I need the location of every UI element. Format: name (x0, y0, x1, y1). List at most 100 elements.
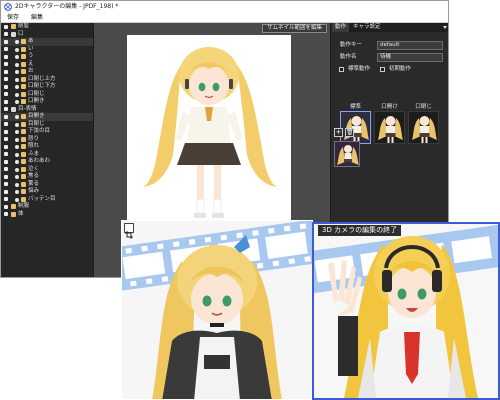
radio-icon[interactable] (15, 115, 19, 119)
tree-row[interactable]: 泣く (1, 166, 93, 174)
dropdown-arrow-icon[interactable] (443, 26, 447, 29)
radio-icon[interactable] (15, 137, 19, 142)
tree-row[interactable]: 口閉じ上方 (1, 76, 93, 84)
radio-icon[interactable] (15, 130, 19, 134)
motion-thumbnail-mouth-open[interactable] (374, 111, 405, 144)
part-icon (21, 174, 26, 179)
tree-row[interactable]: あ (1, 38, 93, 46)
cut-thumbnail[interactable] (334, 141, 360, 167)
visibility-checkbox[interactable] (4, 32, 8, 36)
visibility-checkbox[interactable] (4, 174, 8, 179)
visibility-checkbox[interactable] (4, 54, 8, 59)
tree-row[interactable]: 驚る (1, 181, 93, 189)
motion-tab-mouth-close[interactable]: 口閉じ (408, 103, 439, 111)
visibility-checkbox[interactable] (4, 47, 8, 51)
tree-row[interactable]: 前髪 (1, 23, 93, 31)
motion-thumbnail-mouth-close[interactable] (408, 111, 439, 144)
radio-icon[interactable] (15, 152, 19, 157)
tree-row[interactable]: 悩み (1, 188, 93, 196)
visibility-checkbox[interactable] (4, 204, 8, 209)
tree-row[interactable]: 怒り (1, 136, 93, 144)
radio-icon[interactable] (15, 77, 19, 82)
tree-row[interactable]: 目開き (1, 113, 93, 121)
radio-icon[interactable] (15, 175, 19, 179)
tree-row-label: 照れ (28, 143, 40, 149)
visibility-checkbox[interactable] (4, 114, 8, 119)
tree-row[interactable]: あわあわ (1, 158, 93, 166)
tree-row[interactable]: 口 (1, 31, 93, 39)
tree-row[interactable]: お (1, 68, 93, 76)
motion-tab-standard[interactable]: 標準 (340, 103, 371, 111)
tree-row[interactable]: 目閉じ (1, 121, 93, 129)
tree-row[interactable]: う (1, 53, 93, 61)
radio-icon[interactable] (15, 160, 19, 164)
visibility-checkbox[interactable] (4, 197, 8, 201)
visibility-checkbox[interactable] (4, 159, 8, 164)
visibility-checkbox[interactable] (4, 39, 8, 44)
visibility-checkbox[interactable] (4, 69, 8, 74)
initial-motion-checkbox[interactable] (380, 67, 385, 72)
radio-icon[interactable] (15, 182, 19, 187)
radio-icon[interactable] (15, 40, 19, 44)
menu-item-save[interactable]: 保存 (1, 13, 25, 22)
radio-icon[interactable] (15, 85, 19, 89)
visibility-checkbox[interactable] (4, 24, 8, 29)
radio-icon[interactable] (15, 100, 19, 104)
visibility-checkbox[interactable] (4, 77, 8, 81)
visibility-checkbox[interactable] (4, 129, 8, 134)
visibility-checkbox[interactable] (4, 212, 8, 216)
tree-row[interactable]: え (1, 61, 93, 69)
crop-icon[interactable] (124, 223, 134, 239)
tree-row[interactable]: い (1, 46, 93, 54)
motion-key-input[interactable]: default (377, 41, 443, 50)
visibility-checkbox[interactable] (4, 99, 8, 104)
radio-icon[interactable] (15, 122, 19, 127)
motion-tab-mouth-open[interactable]: 口開け (374, 103, 405, 111)
tree-row-label: 怒り (28, 135, 40, 142)
radio-icon[interactable] (15, 197, 19, 202)
visibility-checkbox[interactable] (4, 189, 8, 194)
radio-icon[interactable] (15, 70, 19, 74)
tree-row[interactable]: 照れ (1, 143, 93, 151)
tree-row[interactable]: 下弦の目 (1, 128, 93, 136)
tree-row[interactable]: 目-表情 (1, 106, 93, 114)
radio-icon[interactable] (15, 145, 19, 149)
tree-row[interactable]: 体 (1, 211, 93, 219)
visibility-checkbox[interactable] (4, 92, 8, 96)
radio-icon[interactable] (15, 190, 19, 194)
delete-button[interactable]: 🗑 (345, 128, 354, 137)
visibility-checkbox[interactable] (4, 152, 8, 156)
visibility-checkbox[interactable] (4, 107, 8, 111)
part-icon (21, 129, 26, 134)
radio-icon[interactable] (15, 167, 19, 172)
radio-icon[interactable] (15, 47, 19, 52)
character-canvas[interactable] (127, 35, 291, 235)
tree-row[interactable]: ふま (1, 151, 93, 159)
visibility-checkbox[interactable] (4, 62, 8, 66)
tab-motion[interactable]: 動作 (332, 23, 350, 32)
visibility-checkbox[interactable] (4, 182, 8, 186)
tree-row[interactable]: バッテン目 (1, 196, 93, 204)
visibility-checkbox[interactable] (4, 122, 8, 126)
tree-row[interactable]: 焦る (1, 173, 93, 181)
part-icon (21, 76, 26, 82)
radio-icon[interactable] (15, 62, 19, 67)
visibility-checkbox[interactable] (4, 137, 8, 141)
edit-thumbnail-range-button[interactable]: サムネイル範囲を編集 (262, 24, 327, 33)
radio-icon[interactable] (15, 92, 19, 97)
tree-row[interactable]: 制服 (1, 203, 93, 211)
menu-item-edit[interactable]: 編集 (25, 13, 49, 22)
standard-motion-checkbox[interactable] (339, 67, 344, 72)
visibility-checkbox[interactable] (4, 144, 8, 149)
motion-name-input[interactable]: 待機 (377, 53, 443, 62)
visibility-checkbox[interactable] (4, 167, 8, 171)
tree-row[interactable]: 口閉じ下方 (1, 83, 93, 91)
tree-row[interactable]: 口閉じ (1, 91, 93, 99)
visibility-checkbox[interactable] (4, 84, 8, 89)
tree-row[interactable]: 口開き (1, 98, 93, 106)
radio-icon[interactable] (15, 55, 19, 59)
add-button[interactable]: + (334, 128, 343, 137)
tab-character-settings[interactable]: キャラ設定 (350, 23, 384, 32)
end-3d-camera-edit-button[interactable]: 3D カメラの編集の終了 (318, 225, 402, 236)
part-icon (21, 54, 26, 59)
